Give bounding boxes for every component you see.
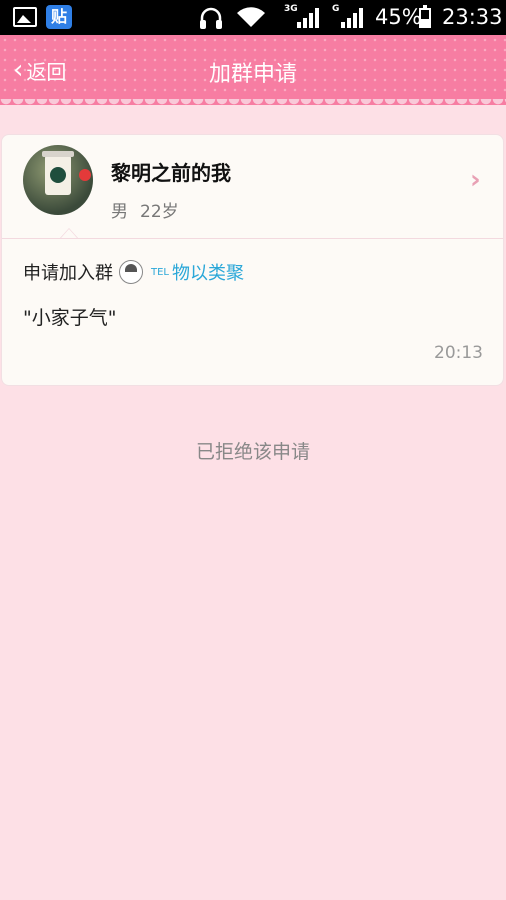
result-status: 已拒绝该申请 [195,441,310,463]
signal-icon [297,8,319,28]
applicant-name[interactable]: 黎明之前的我 [111,157,231,186]
header-bar: ‹ 返回 加群申请 [0,35,506,111]
avatar[interactable] [23,145,93,215]
battery-percent: 45% [375,5,422,29]
status-time: 23:33 [442,5,503,29]
apply-line: 申请加入群 TEL 物以类聚 [23,259,244,285]
headphones-icon [200,7,222,29]
group-avatar-icon [119,260,143,284]
bubble-notch [60,228,78,238]
network-g-label: G [332,4,340,14]
battery-icon [419,5,431,28]
signal-icon [341,8,363,28]
request-message: "小家子气" [23,307,117,329]
red-dot [79,169,91,181]
lace-border [0,99,506,111]
age-label: 22岁 [140,202,179,222]
applicant-meta: 男 22岁 [111,197,179,222]
tieba-icon: 贴 [46,5,72,29]
gallery-icon [13,7,37,27]
wifi-icon [237,7,265,28]
request-card: 黎明之前的我 男 22岁 › 申请加入群 TEL 物以类聚 "小家子气" 20:1… [1,134,504,386]
page-title: 加群申请 [208,62,297,87]
request-time: 20:13 [434,343,483,363]
chevron-right-icon[interactable]: › [470,165,481,195]
coffee-cup-icon [42,151,74,195]
apply-prefix: 申请加入群 [23,263,113,284]
battery-fill [421,18,429,26]
gender-label: 男 [111,202,128,222]
group-tel-tag: TEL [151,266,169,278]
status-bar: 贴 3G G 45% 23:33 [0,0,506,35]
divider [2,238,503,239]
group-name-link[interactable]: 物以类聚 [172,259,244,285]
